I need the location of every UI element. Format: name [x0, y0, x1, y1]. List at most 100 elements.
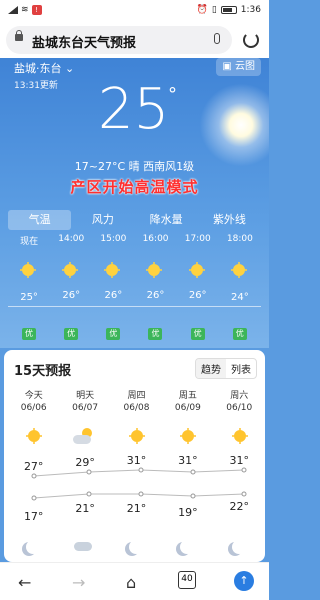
hour-time: 17:00 [184, 234, 211, 244]
aqi-badge: 优 [190, 328, 205, 340]
back-arrow-icon[interactable]: ← [18, 573, 31, 592]
weather-summary: 17~27°C 晴 西南风1级 [74, 160, 195, 173]
lock-icon [15, 30, 23, 41]
day-item[interactable]: 周五 06/09 31° 19° [162, 388, 213, 558]
day-low: 21° [126, 502, 147, 515]
hour-time: 16:00 [142, 234, 169, 244]
map-icon: ▣ [222, 61, 232, 72]
day-name: 周六 [230, 391, 249, 401]
day-low: 19° [178, 506, 198, 519]
hour-item: 16:00 26° 优 [134, 234, 176, 344]
day-item[interactable]: 今天 06/06 27° 17° [8, 388, 59, 558]
chevron-down-icon: ⌄ [65, 62, 75, 75]
day-item[interactable]: 周六 06/10 31° 22° [214, 388, 265, 558]
moon-icon [26, 540, 40, 554]
sunny-icon [232, 264, 245, 276]
day-date: 06/10 [226, 403, 253, 413]
day-date: 06/09 [174, 403, 201, 413]
scroll-top-icon[interactable]: ↑ [234, 571, 254, 591]
day-name: 周五 [178, 391, 197, 401]
cloud-map-label: 云图 [235, 61, 255, 72]
degree-symbol: ° [168, 84, 177, 105]
hour-temp: 25° [20, 292, 38, 303]
hour-time: 现在 [20, 237, 39, 247]
day-high: 31° [178, 454, 198, 467]
metric-tabs: 气温 风力 降水量 紫外线 [8, 210, 261, 230]
hour-item: 现在 25° 优 [8, 234, 50, 344]
sunny-icon [190, 264, 203, 276]
day-columns: 今天 06/06 27° 17° 明天 06/07 29° 21° 周四 06/… [8, 388, 265, 558]
hour-item: 18:00 24° 优 [219, 234, 261, 344]
refresh-icon[interactable] [243, 32, 259, 48]
moon-icon [232, 540, 246, 554]
browser-bottom-nav: ← → ⌂ 40 ↑ [0, 562, 269, 600]
hour-temp: 26° [188, 290, 207, 301]
hour-temp: 26° [146, 290, 165, 301]
tab-wind[interactable]: 风力 [71, 210, 134, 230]
wifi-icon: ≋ [21, 5, 29, 15]
moon-icon [180, 540, 194, 554]
rain-cloud-icon [74, 542, 93, 551]
location-selector[interactable]: 盐城·东台 ⌄ [14, 60, 74, 76]
aqi-badge: 优 [106, 328, 121, 340]
sunny-icon [64, 264, 77, 276]
vibrate-icon: ▯ [211, 5, 217, 15]
partly-cloudy-icon [73, 428, 95, 444]
sunny-icon [233, 430, 246, 442]
forward-arrow-icon[interactable]: → [72, 573, 85, 592]
aqi-badge: 优 [64, 328, 79, 340]
cloud-map-button[interactable]: ▣ 云图 [216, 58, 261, 76]
tab-switcher-button[interactable]: 40 [178, 571, 196, 589]
day-high: 31° [229, 454, 250, 467]
location-label: 盐城·东台 [14, 62, 62, 75]
day-date: 06/06 [20, 403, 47, 413]
day-low: 21° [75, 502, 95, 515]
moon-icon [129, 540, 143, 554]
hour-time: 18:00 [226, 234, 253, 244]
hour-item: 15:00 26° 优 [92, 234, 134, 344]
day-item[interactable]: 周四 06/08 31° 21° [111, 388, 162, 558]
microphone-icon[interactable] [214, 33, 220, 44]
search-input[interactable]: 盐城东台天气预报 [6, 26, 232, 54]
aqi-badge: 优 [232, 328, 247, 340]
day-high: 29° [75, 456, 95, 469]
notification-icon: ! [31, 5, 42, 15]
aqi-badge: 优 [22, 328, 36, 340]
sunny-icon [106, 264, 119, 276]
tab-uv[interactable]: 紫外线 [198, 210, 261, 230]
browser-toolbar: 盐城东台天气预报 [0, 22, 269, 58]
sunny-icon [22, 264, 34, 276]
day-high: 27° [23, 460, 44, 473]
day-low: 17° [23, 510, 44, 523]
day-name: 今天 [24, 391, 43, 401]
day-name: 周四 [127, 391, 146, 401]
day-name: 明天 [76, 391, 95, 401]
updated-time: 13:31更新 [14, 81, 58, 91]
signal-icon [8, 6, 18, 14]
hour-time: 15:00 [100, 234, 127, 244]
day-date: 06/08 [123, 403, 150, 413]
alarm-icon: ⏰ [196, 5, 208, 15]
hour-temp: 26° [104, 290, 123, 301]
status-right: ⏰ ▯ 1:36 [197, 5, 261, 15]
search-query: 盐城东台天气预报 [32, 36, 137, 51]
sunny-icon [28, 430, 40, 442]
home-icon[interactable]: ⌂ [126, 573, 136, 592]
sun-glow-icon [196, 80, 269, 170]
day-item[interactable]: 明天 06/07 29° 21° [59, 388, 110, 558]
battery-icon [220, 6, 237, 14]
sunny-icon [182, 430, 195, 442]
tab-temperature[interactable]: 气温 [8, 210, 72, 230]
tab-precipitation[interactable]: 降水量 [135, 210, 198, 230]
hourly-forecast: 现在 25° 优 14:00 26° 优 15:00 26° 优 16:00 2… [8, 234, 261, 344]
weather-card: 盐城·东台 ⌄ 13:31更新 ▣ 云图 25 ° 17~27°C 晴 西南风1… [0, 58, 269, 348]
current-temperature: 25 [98, 77, 170, 142]
status-bar: ≋ ! ⏰ ▯ 1:36 [0, 0, 269, 22]
aqi-badge: 优 [148, 328, 163, 340]
status-left: ≋ ! [8, 5, 42, 15]
sunny-icon [130, 430, 143, 442]
day-low: 22° [229, 500, 250, 513]
promo-banner: 产区开始高温模式 [70, 178, 199, 196]
hour-temp: 26° [62, 290, 81, 301]
hour-time: 14:00 [58, 234, 85, 244]
